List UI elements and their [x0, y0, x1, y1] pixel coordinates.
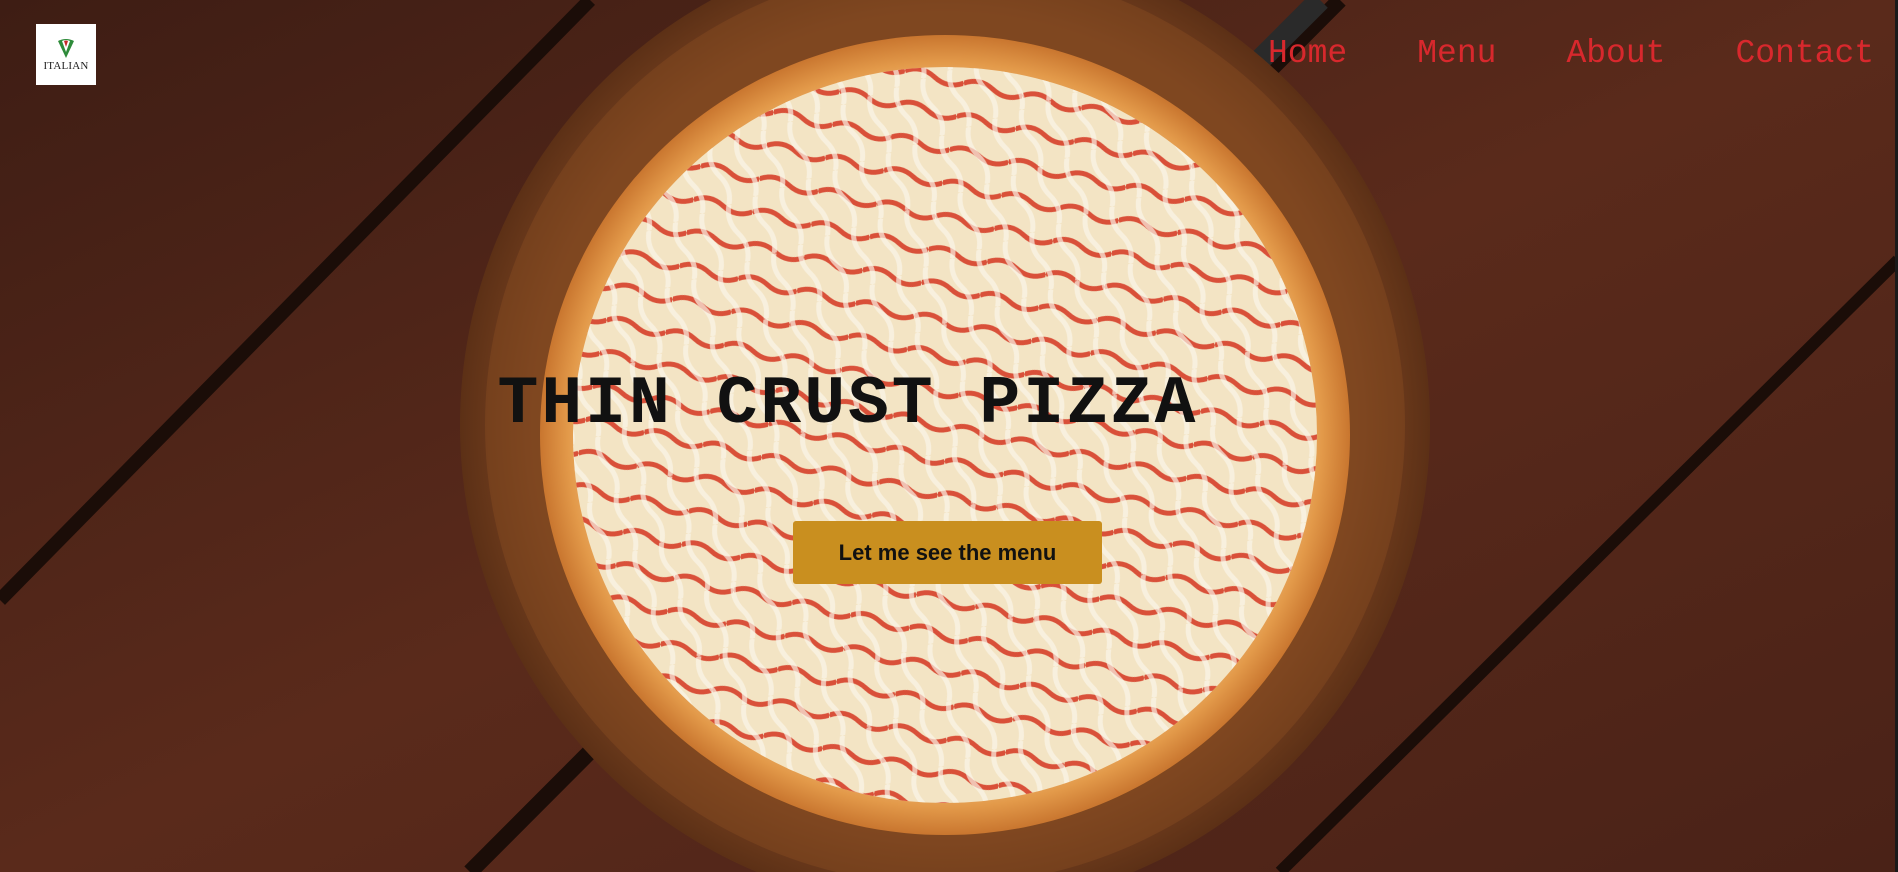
brand-logo[interactable]: ITALIAN — [36, 24, 96, 85]
nav-link-home[interactable]: Home — [1268, 32, 1347, 76]
page: ITALIAN Home Menu About Contact THIN CRU… — [0, 0, 1898, 872]
nav-link-menu[interactable]: Menu — [1417, 32, 1496, 76]
main-nav: Home Menu About Contact — [1268, 32, 1898, 76]
nav-link-contact[interactable]: Contact — [1735, 32, 1874, 76]
logo-text: ITALIAN — [43, 59, 89, 72]
nav-link-about[interactable]: About — [1566, 32, 1665, 76]
see-menu-button[interactable]: Let me see the menu — [793, 521, 1102, 584]
hero-section: ITALIAN Home Menu About Contact THIN CRU… — [0, 0, 1898, 872]
hero-title: THIN CRUST PIZZA — [497, 366, 1199, 443]
pizza-slice-icon — [58, 38, 74, 58]
hero-title-wrap: THIN CRUST PIZZA — [0, 366, 1898, 443]
